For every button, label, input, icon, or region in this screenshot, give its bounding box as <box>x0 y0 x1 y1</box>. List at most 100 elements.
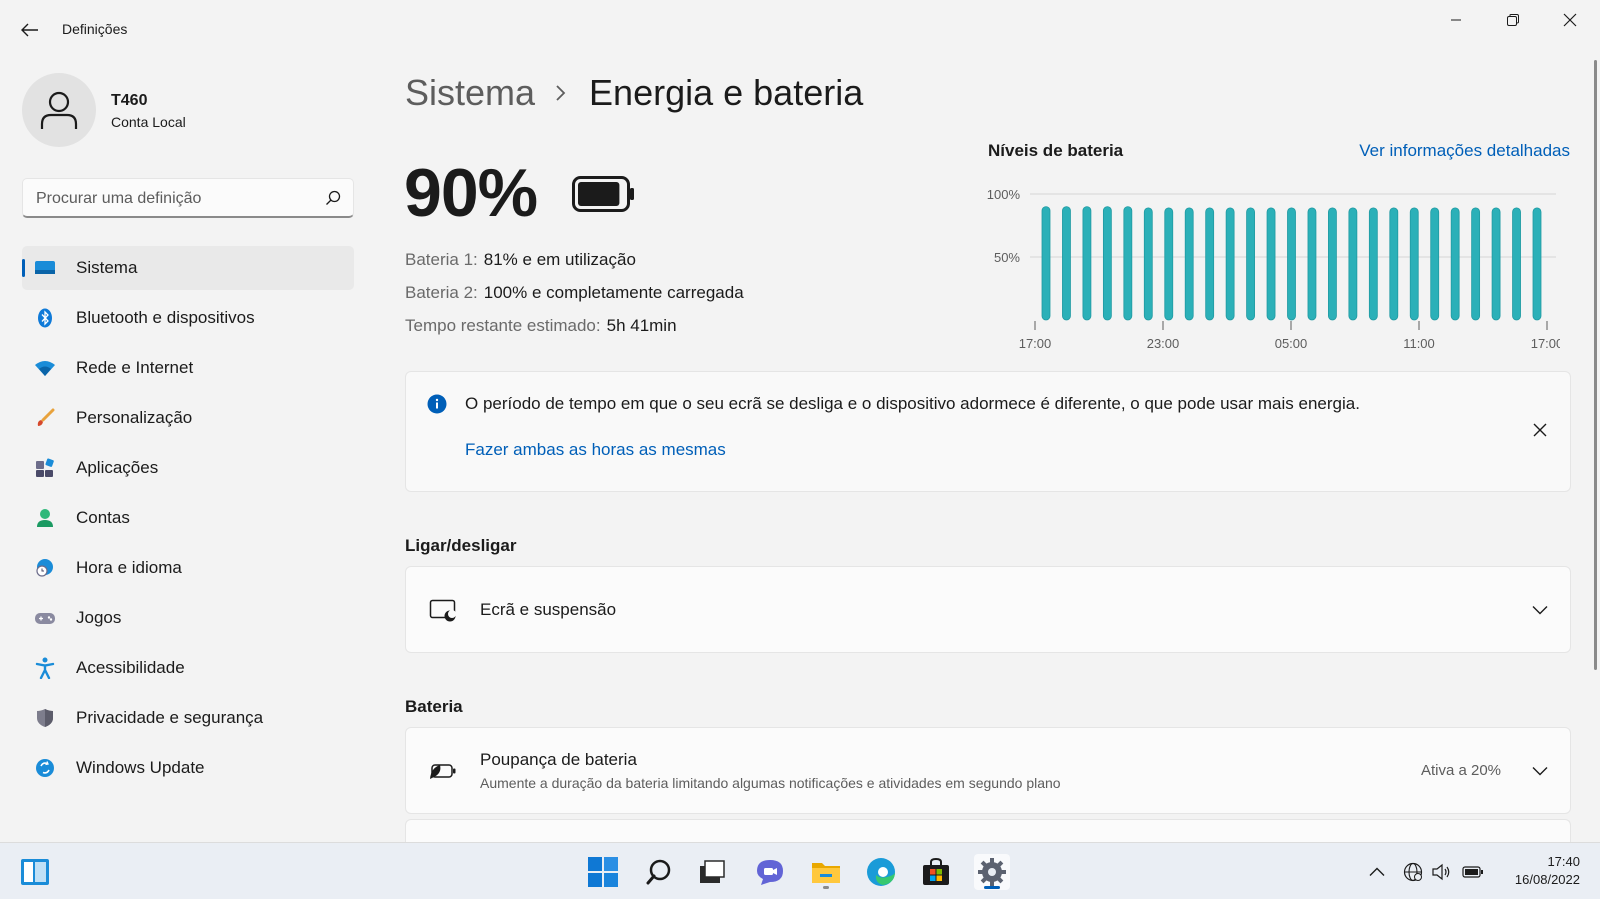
clock-date: 16/08/2022 <box>1514 872 1580 887</box>
breadcrumb-parent[interactable]: Sistema <box>405 72 535 114</box>
battery-saver-card[interactable]: Poupança de bateria Aumente a duração da… <box>405 727 1571 814</box>
chart-bar <box>1430 207 1440 321</box>
taskbar: 17:40 16/08/2022 <box>0 842 1600 899</box>
clock[interactable]: 17:40 16/08/2022 <box>1515 853 1580 889</box>
sidebar-item-label: Hora e idioma <box>76 558 182 577</box>
battery-1-row: Bateria 1: 81% e em utilização <box>405 250 636 270</box>
chart-bar <box>1184 207 1194 321</box>
sidebar-item-contas[interactable]: Contas <box>22 496 354 540</box>
running-indicator <box>823 886 829 889</box>
chart-bar <box>1062 206 1071 321</box>
back-button[interactable] <box>18 18 42 42</box>
store-icon <box>923 857 949 885</box>
apps-icon <box>34 458 56 478</box>
chevron-down-icon[interactable] <box>1530 761 1550 781</box>
sidebar-item-label: Bluetooth e dispositivos <box>76 308 255 327</box>
chat-icon <box>757 860 783 885</box>
card-title: Poupança de bateria <box>480 750 637 769</box>
sidebar-item-label: Privacidade e segurança <box>76 708 264 727</box>
task-view-icon <box>700 860 725 883</box>
close-icon <box>1533 423 1547 437</box>
sidebar-item-label: Personalização <box>76 408 193 427</box>
info-icon <box>427 394 447 414</box>
scrollbar[interactable] <box>1594 60 1597 670</box>
battery-row-value: 100% e completamente carregada <box>483 283 744 302</box>
sidebar-item-sistema[interactable]: Sistema <box>22 246 354 290</box>
sidebar-item-rede[interactable]: Rede e Internet <box>22 346 354 390</box>
user-profile[interactable]: T460 Conta Local <box>22 73 352 149</box>
chart-bar <box>1082 206 1092 321</box>
sidebar-nav: Sistema Bluetooth e dispositivos Rede e … <box>22 246 354 796</box>
widgets-icon <box>21 859 49 885</box>
accessibility-icon <box>34 657 56 679</box>
edge-button[interactable] <box>863 854 899 890</box>
chart-bar <box>1368 207 1378 321</box>
volume-tray-button[interactable] <box>1429 860 1453 884</box>
minimize-button[interactable] <box>1436 8 1476 32</box>
chevron-down-icon[interactable] <box>1530 600 1550 620</box>
close-button[interactable] <box>1550 8 1590 32</box>
chart-bar <box>1409 207 1419 321</box>
sidebar-item-aplicacoes[interactable]: Aplicações <box>22 446 354 490</box>
chevron-right-icon <box>556 85 566 101</box>
sidebar-item-label: Sistema <box>76 258 138 277</box>
restore-icon <box>1507 14 1519 26</box>
sidebar-item-personalizacao[interactable]: Personalização <box>22 396 354 440</box>
search-icon <box>646 859 671 885</box>
section-heading-battery: Bateria <box>405 697 463 716</box>
bluetooth-icon <box>34 308 56 328</box>
dismiss-banner-button[interactable] <box>1528 418 1552 442</box>
restore-button[interactable] <box>1493 8 1533 32</box>
teams-chat-button[interactable] <box>752 854 788 890</box>
person-icon <box>40 91 78 129</box>
show-hidden-icons-button[interactable] <box>1365 860 1389 884</box>
battery-saver-status: Ativa a 20% <box>1420 762 1501 779</box>
profile-name: T460 <box>111 92 148 109</box>
sidebar-item-label: Jogos <box>76 608 122 627</box>
sidebar-item-acessibilidade[interactable]: Acessibilidade <box>22 646 354 690</box>
screen-sleep-card[interactable]: Ecrã e suspensão <box>405 566 1571 653</box>
sidebar-item-privacidade[interactable]: Privacidade e segurança <box>22 696 354 740</box>
shield-icon <box>34 708 56 728</box>
folder-icon <box>812 863 840 883</box>
chart-bar <box>1491 207 1501 321</box>
chart-bar <box>1205 207 1215 321</box>
make-times-same-link[interactable]: Fazer ambas as horas as mesmas <box>465 440 726 460</box>
battery-row-label: Tempo restante estimado: <box>405 316 601 335</box>
chart-bar <box>1450 207 1460 321</box>
chart-bar <box>1328 207 1337 321</box>
network-tray-button[interactable] <box>1401 860 1425 884</box>
battery-row-value: 5h 41min <box>606 316 677 335</box>
x-tick-label: 17:00 <box>1531 336 1560 350</box>
search-input[interactable]: Procurar uma definição <box>22 178 354 218</box>
chart-bar <box>1164 207 1174 321</box>
start-button[interactable] <box>585 854 621 890</box>
sidebar-item-hora[interactable]: Hora e idioma <box>22 546 354 590</box>
battery-tray-button[interactable] <box>1461 860 1485 884</box>
chart-bar <box>1512 207 1521 321</box>
card-title: Ecrã e suspensão <box>480 600 617 619</box>
close-icon <box>1563 13 1577 27</box>
sidebar-item-windows-update[interactable]: Windows Update <box>22 746 354 790</box>
taskbar-search-button[interactable] <box>641 854 677 890</box>
battery-2-row: Bateria 2: 100% e completamente carregada <box>405 283 744 303</box>
sidebar-item-bluetooth[interactable]: Bluetooth e dispositivos <box>22 296 354 340</box>
system-icon <box>34 258 56 278</box>
screen-sleep-icon <box>427 596 459 624</box>
battery-row-label: Bateria 1: <box>405 250 478 269</box>
chart-bar <box>1225 207 1235 321</box>
task-view-button[interactable] <box>694 854 730 890</box>
globe-clock-icon <box>34 558 56 578</box>
widgets-button[interactable] <box>17 854 53 890</box>
battery-icon <box>572 176 634 212</box>
file-explorer-button[interactable] <box>808 854 844 890</box>
store-button[interactable] <box>918 854 954 890</box>
detailed-info-link[interactable]: Ver informações detalhadas <box>1359 141 1570 161</box>
sidebar-item-label: Rede e Internet <box>76 358 194 377</box>
battery-row-value: 81% e em utilização <box>483 250 636 269</box>
sidebar-item-jogos[interactable]: Jogos <box>22 596 354 640</box>
active-indicator <box>22 259 25 277</box>
chart-title: Níveis de bateria <box>988 141 1124 160</box>
settings-button[interactable] <box>974 854 1010 890</box>
breadcrumb: Sistema Energia e bateria <box>405 72 863 114</box>
